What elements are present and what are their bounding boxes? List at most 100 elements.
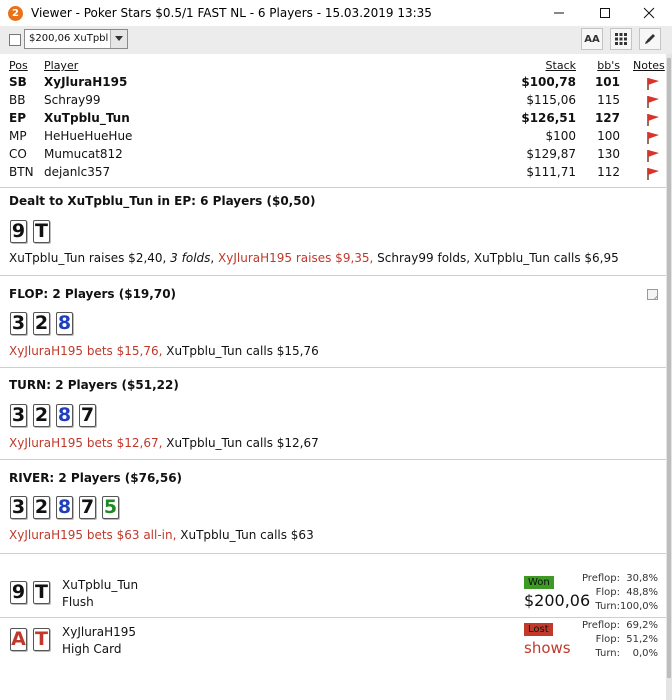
equity-label: Turn:	[595, 601, 620, 612]
title-bar: 2 Viewer - Poker Stars $0.5/1 FAST NL - …	[0, 0, 672, 26]
row-pos: CO	[9, 147, 27, 161]
vertical-scrollbar[interactable]	[666, 54, 672, 700]
row-stack: $126,51	[521, 111, 576, 125]
action-text: XyJluraH195 bets $63 all-in,	[9, 528, 177, 542]
showdown-hand-rank: High Card	[62, 642, 122, 656]
note-flag-icon[interactable]	[646, 149, 660, 163]
preflop-title: Dealt to XuTpblu_Tun in EP: 6 Players ($…	[9, 194, 316, 208]
note-flag-icon[interactable]	[646, 77, 660, 91]
divider	[0, 187, 666, 188]
row-player: XuTpblu_Tun	[44, 111, 130, 125]
playing-card: 8	[56, 496, 73, 519]
row-stack: $129,87	[526, 147, 576, 161]
playing-card: 2	[33, 496, 50, 519]
playing-card: 8	[56, 312, 73, 335]
action-text: XuTpblu_Tun calls $15,76	[162, 344, 319, 358]
equity-label: Preflop:	[581, 573, 620, 584]
dropdown-button[interactable]	[110, 30, 127, 48]
lost-badge: Lost	[524, 623, 553, 636]
row-player: HeHueHueHue	[44, 129, 133, 143]
playing-card: 5	[102, 496, 119, 519]
minimize-button[interactable]	[536, 0, 582, 26]
playing-card: 3	[10, 496, 27, 519]
col-header-player[interactable]: Player	[44, 59, 78, 72]
col-header-notes[interactable]: Notes	[633, 59, 665, 72]
divider	[0, 617, 666, 618]
note-square-icon[interactable]	[647, 289, 659, 301]
playing-card: T	[33, 220, 50, 243]
row-pos: SB	[9, 75, 27, 89]
action-text: XyJluraH195 bets $15,76,	[9, 344, 163, 358]
turn-title: TURN: 2 Players ($51,22)	[9, 378, 179, 392]
close-button[interactable]	[626, 0, 672, 26]
playing-card: 8	[56, 404, 73, 427]
action-text: XuTpblu_Tun calls $63	[176, 528, 314, 542]
equity-label: Turn:	[595, 648, 620, 659]
showdown-player-name: XyJluraH195	[62, 625, 137, 639]
col-header-bbs[interactable]: bb's	[590, 59, 620, 72]
turn-actions: XyJluraH195 bets $12,67, XuTpblu_Tun cal…	[9, 436, 319, 450]
action-text: 3 folds	[170, 251, 211, 265]
playing-card: 3	[10, 404, 27, 427]
row-bbs: 127	[594, 111, 620, 125]
equity-value: 0,0%	[632, 648, 658, 659]
maximize-button[interactable]	[582, 0, 628, 26]
equity-value: 48,8%	[626, 587, 658, 598]
note-flag-icon[interactable]	[646, 131, 660, 145]
minimize-icon	[554, 12, 564, 14]
row-bbs: 101	[594, 75, 620, 89]
player-select-value: $200,06 XuTpblu_Tun	[29, 33, 109, 44]
select-checkbox[interactable]	[9, 34, 21, 46]
player-select[interactable]: $200,06 XuTpblu_Tun	[24, 29, 128, 49]
preflop-actions: XuTpblu_Tun raises $2,40, 3 folds, XyJlu…	[9, 251, 619, 265]
action-text: Schray99 folds, XuTpblu_Tun calls $6,95	[373, 251, 619, 265]
action-text: XyJluraH195 raises $9,35,	[218, 251, 374, 265]
maximize-icon	[600, 8, 610, 18]
equity-value: 100,0%	[620, 601, 659, 612]
row-player: XyJluraH195	[44, 75, 128, 89]
col-header-pos[interactable]: Pos	[9, 59, 28, 72]
row-stack: $100	[545, 129, 576, 143]
river-title: RIVER: 2 Players ($76,56)	[9, 471, 183, 485]
action-text: XuTpblu_Tun calls $12,67	[162, 436, 319, 450]
row-pos: BTN	[9, 165, 34, 179]
col-header-stack[interactable]: Stack	[520, 59, 576, 72]
row-player: Mumucat812	[44, 147, 123, 161]
action-text: XyJluraH195 bets $12,67,	[9, 436, 163, 450]
row-stack: $111,71	[526, 165, 576, 179]
equity-value: 30,8%	[626, 573, 658, 584]
divider	[0, 275, 666, 276]
font-size-button[interactable]: AA	[581, 28, 603, 50]
playing-card: 2	[33, 312, 50, 335]
river-actions: XyJluraH195 bets $63 all-in, XuTpblu_Tun…	[9, 528, 314, 542]
flop-title: FLOP: 2 Players ($19,70)	[9, 287, 177, 301]
playing-card: 9	[10, 581, 27, 604]
note-flag-icon[interactable]	[646, 95, 660, 109]
playing-card: T	[33, 581, 50, 604]
edit-button[interactable]	[639, 28, 661, 50]
playing-card: 9	[10, 220, 27, 243]
note-flag-icon[interactable]	[646, 167, 660, 181]
pencil-icon	[645, 34, 655, 44]
flop-actions: XyJluraH195 bets $15,76, XuTpblu_Tun cal…	[9, 344, 319, 358]
equity-value: 69,2%	[626, 620, 658, 631]
scrollbar-thumb[interactable]	[667, 58, 671, 678]
playing-card: T	[33, 628, 50, 651]
row-stack: $100,78	[521, 75, 576, 89]
won-badge: Won	[524, 576, 554, 589]
row-pos: EP	[9, 111, 26, 125]
playing-card: 7	[79, 496, 96, 519]
hand-viewer-content: Pos Player Stack bb's Notes SB XyJluraH1…	[0, 54, 666, 700]
window-title: Viewer - Poker Stars $0.5/1 FAST NL - 6 …	[31, 6, 432, 20]
row-stack: $115,06	[526, 93, 576, 107]
row-bbs: 130	[597, 147, 620, 161]
action-text: XuTpblu_Tun raises $2,40,	[9, 251, 171, 265]
row-bbs: 112	[597, 165, 620, 179]
playing-card: 3	[10, 312, 27, 335]
grid-button[interactable]	[610, 28, 632, 50]
row-pos: BB	[9, 93, 26, 107]
app-logo-icon: 2	[8, 5, 23, 21]
equity-value: 51,2%	[626, 634, 658, 645]
equity-label: Flop:	[595, 587, 620, 598]
note-flag-icon[interactable]	[646, 113, 660, 127]
